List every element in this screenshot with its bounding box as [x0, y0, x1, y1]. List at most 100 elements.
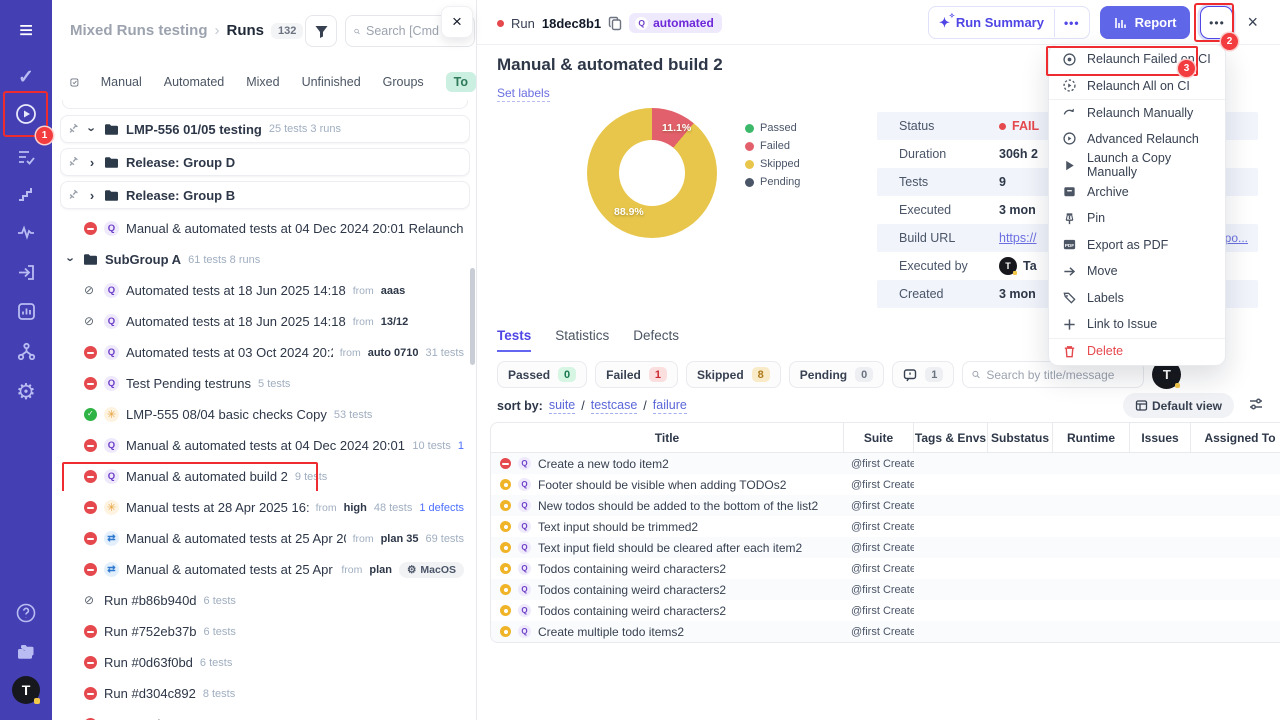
status-filter-chip[interactable]: Failed 1 — [595, 361, 678, 388]
test-row[interactable]: Todos containing weird characters2 @firs… — [491, 558, 1280, 579]
run-list-item[interactable]: › LMP-555 08/04 basic checks Copy 53 tes… — [60, 400, 470, 429]
run-summary-more-button[interactable]: ••• — [1054, 9, 1089, 37]
run-list-item[interactable]: › Manual & automated tests at 04 Dec 202… — [60, 214, 470, 243]
play-circle-icon[interactable] — [0, 99, 52, 129]
column-header-tags[interactable]: Tags & Envs — [914, 423, 988, 452]
menu-item-delete[interactable]: Delete — [1049, 338, 1225, 365]
chevron-icon[interactable]: › — [64, 255, 79, 265]
column-settings-icon[interactable] — [1248, 396, 1264, 415]
build-url-link[interactable]: https:// — [999, 231, 1037, 245]
test-row[interactable]: Create a new todo item2 @first Create ..… — [491, 453, 1280, 474]
set-labels-link[interactable]: Set labels — [497, 86, 550, 102]
breadcrumb-project[interactable]: Mixed Runs testing — [70, 22, 208, 39]
menu-item-advanced-relaunch[interactable]: Advanced Relaunch — [1049, 126, 1225, 153]
build-url-link-end[interactable]: po... — [1225, 231, 1248, 245]
scrollbar-thumb[interactable] — [470, 268, 475, 365]
run-list-item[interactable]: › Manual tests at 28 Apr 2025 16:50 from… — [60, 493, 470, 522]
tab-unfinished[interactable]: Unfinished — [302, 75, 361, 89]
run-list-item[interactable]: › Automated tests at 18 Jun 2025 14:18 f… — [60, 276, 470, 305]
test-row[interactable]: Create multiple todo items2 @first Creat… — [491, 621, 1280, 642]
close-run-button[interactable]: × — [1243, 12, 1258, 33]
column-header-title[interactable]: Title — [491, 423, 844, 452]
run-list-item[interactable]: › SubGroup A 61 tests 8 runs ⚙ — [60, 245, 470, 274]
details-tab[interactable]: Defects — [633, 328, 679, 352]
column-header-assigned[interactable]: Assigned To — [1191, 423, 1280, 452]
run-list-item[interactable]: › Manual & automated tests at 25 Apr 202… — [60, 555, 470, 584]
tab-manual[interactable]: Manual — [101, 75, 142, 89]
sidebar-avatar[interactable]: T — [0, 675, 52, 705]
run-summary-button[interactable]: ✦✧ Run Summary ••• — [928, 6, 1090, 39]
chevron-icon[interactable]: › — [87, 155, 97, 170]
menu-item-launch-copy[interactable]: Launch a Copy Manually — [1049, 152, 1225, 179]
run-list-item[interactable]: › Run #26d30145 5 tests ⚙ — [60, 710, 470, 720]
comments-filter-chip[interactable]: 1 — [892, 361, 954, 388]
run-list-item[interactable]: › Run #d304c892 8 tests ⚙ — [60, 679, 470, 708]
activity-icon[interactable] — [0, 217, 52, 247]
run-list-item[interactable]: › Manual & automated tests at 25 Apr 202… — [60, 524, 470, 553]
filter-button[interactable] — [305, 15, 337, 47]
run-list-item[interactable]: › Release: Group B ⚙ — [60, 181, 470, 209]
run-list-item[interactable]: › Run #b86b940d 6 tests ⚙ — [60, 586, 470, 615]
run-list-item[interactable]: › LMP-556 01/05 testing 25 tests 3 runs … — [60, 115, 470, 143]
help-icon[interactable] — [0, 598, 52, 628]
tab-today-pill[interactable]: To — [446, 72, 476, 92]
column-header-substatus[interactable]: Substatus — [988, 423, 1053, 452]
chevron-icon[interactable]: › — [85, 124, 100, 134]
run-list-item[interactable]: › Manual & automated tests at 04 Dec 202… — [60, 431, 470, 460]
details-tab[interactable]: Statistics — [555, 328, 609, 352]
report-button[interactable]: Report — [1100, 6, 1191, 39]
tab-groups[interactable]: Groups — [383, 75, 424, 89]
status-filter-chip[interactable]: Skipped 8 — [686, 361, 781, 388]
menu-item-relaunch-all[interactable]: Relaunch All on CI — [1049, 73, 1225, 100]
menu-item-relaunch-manually[interactable]: Relaunch Manually — [1049, 99, 1225, 126]
copy-icon[interactable] — [608, 16, 622, 31]
column-header-suite[interactable]: Suite — [844, 423, 914, 452]
steps-icon[interactable] — [0, 179, 52, 209]
tab-automated[interactable]: Automated — [164, 75, 224, 89]
run-defects-link[interactable]: 1 defects — [419, 502, 464, 514]
test-row[interactable]: Text input should be trimmed2 @first Cre… — [491, 516, 1280, 537]
run-defects-link[interactable]: 1 — [458, 440, 464, 452]
test-row[interactable]: Footer should be visible when adding TOD… — [491, 474, 1280, 495]
chevron-icon[interactable]: › — [87, 188, 97, 203]
menu-item-pin[interactable]: Pin — [1049, 205, 1225, 232]
status-filter-chip[interactable]: Passed 0 — [497, 361, 587, 388]
column-header-runtime[interactable]: Runtime — [1053, 423, 1130, 452]
run-list-item[interactable]: › Automated tests at 03 Oct 2024 20:25 f… — [60, 338, 470, 367]
panel-close-button[interactable]: × — [441, 6, 473, 38]
menu-icon[interactable]: ≡ — [0, 16, 52, 46]
menu-item-link-issue[interactable]: Link to Issue — [1049, 311, 1225, 338]
sort-failure-link[interactable]: failure — [653, 398, 687, 414]
test-row[interactable]: Todos containing weird characters2 @firs… — [491, 579, 1280, 600]
branch-icon[interactable] — [0, 336, 52, 366]
select-all-icon[interactable] — [70, 75, 79, 90]
tab-mixed[interactable]: Mixed — [246, 75, 279, 89]
run-list-item[interactable]: › Run #0d63f0bd 6 tests ⚙ — [60, 648, 470, 677]
menu-item-export-pdf[interactable]: PDF Export as PDF — [1049, 232, 1225, 259]
gear-icon[interactable]: ⚙ — [0, 377, 52, 407]
details-tab[interactable]: Tests — [497, 328, 531, 352]
default-view-button[interactable]: Default view — [1123, 393, 1234, 418]
folders-icon[interactable] — [0, 637, 52, 667]
run-list-item[interactable]: › Release: Group D ⚙ — [60, 148, 470, 176]
sort-suite-link[interactable]: suite — [549, 398, 575, 414]
run-list-item[interactable]: › Run #752eb37b 6 tests ⚙ — [60, 617, 470, 646]
sign-in-icon[interactable] — [0, 257, 52, 287]
sort-testcase-link[interactable]: testcase — [591, 398, 638, 414]
test-row[interactable]: Todos containing weird characters2 @firs… — [491, 600, 1280, 621]
column-header-issues[interactable]: Issues — [1130, 423, 1191, 452]
list-check-icon[interactable] — [0, 142, 52, 172]
run-list-item[interactable]: › Test Pending testruns 5 tests ⚙ — [60, 369, 470, 398]
menu-item-move[interactable]: Move — [1049, 258, 1225, 285]
menu-item-relaunch-failed[interactable]: Relaunch Failed on CI — [1049, 46, 1225, 73]
test-row[interactable]: Text input field should be cleared after… — [491, 537, 1280, 558]
run-list-item[interactable]: › Automated tests at 18 Jun 2025 14:18 f… — [60, 307, 470, 336]
check-icon[interactable]: ✓ — [0, 62, 52, 92]
status-filter-chip[interactable]: Pending 0 — [789, 361, 884, 388]
run-list-item[interactable]: › Manual & automated build 2 9 tests ⚙ — [60, 462, 470, 491]
bar-chart-icon[interactable] — [0, 296, 52, 326]
tests-search-input[interactable] — [986, 368, 1134, 382]
menu-item-archive[interactable]: Archive — [1049, 179, 1225, 206]
test-row[interactable]: New todos should be added to the bottom … — [491, 495, 1280, 516]
menu-item-labels[interactable]: Labels — [1049, 285, 1225, 312]
